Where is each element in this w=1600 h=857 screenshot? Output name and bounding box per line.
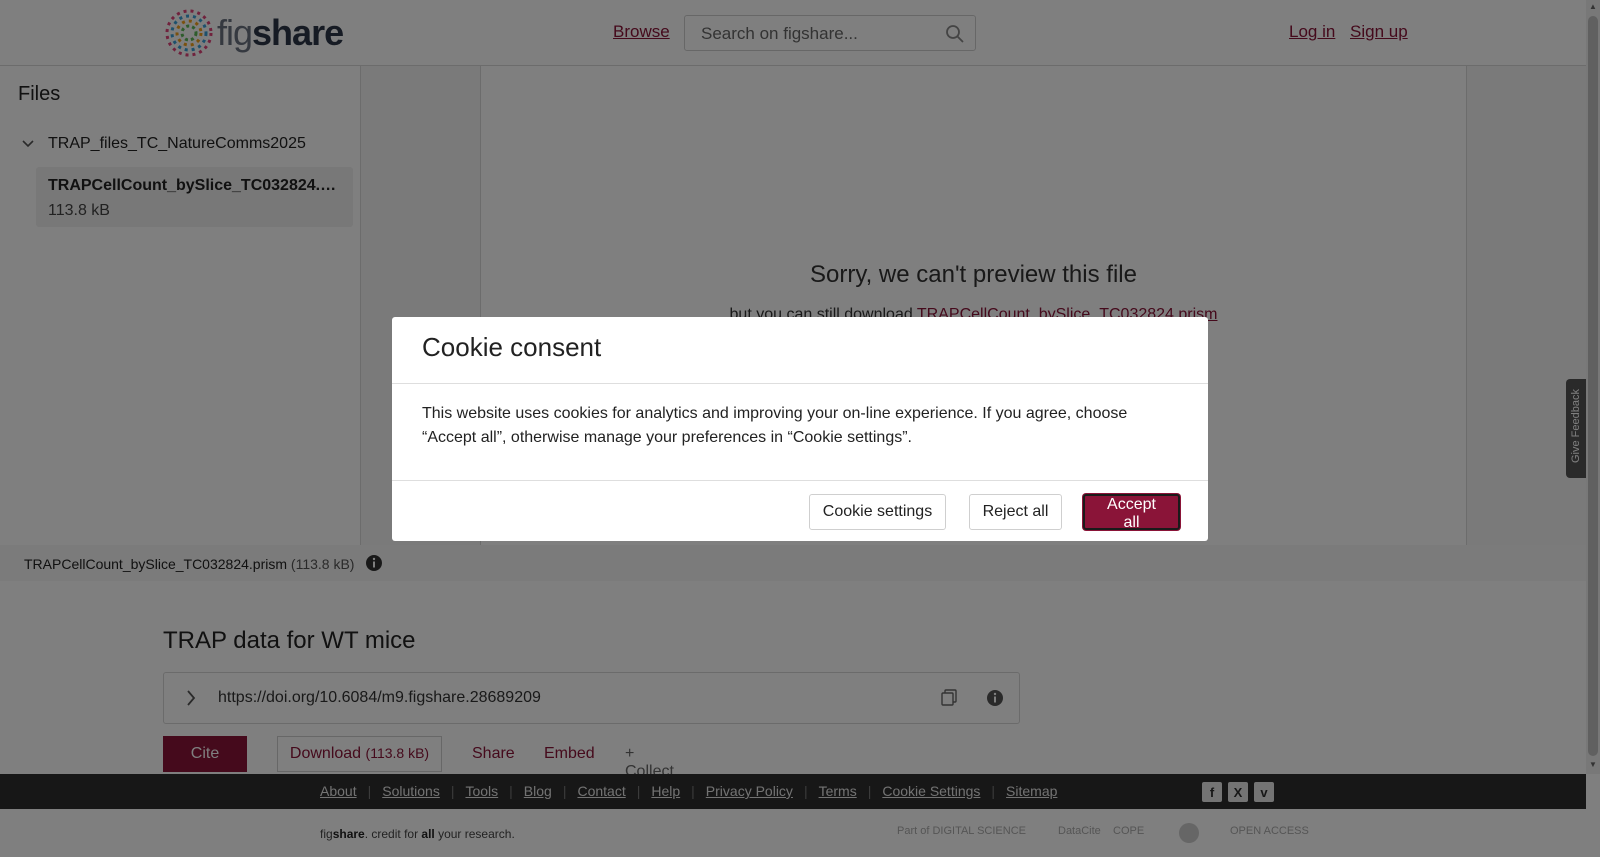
reject-all-button[interactable]: Reject all	[969, 494, 1062, 530]
modal-footer: Cookie settings Reject all Accept all	[392, 480, 1208, 542]
modal-title: Cookie consent	[422, 332, 602, 362]
accept-all-button[interactable]: Accept all	[1083, 494, 1180, 531]
modal-body-text: This website uses cookies for analytics …	[422, 405, 1128, 446]
cookie-consent-dialog: Cookie consent This website uses cookies…	[392, 317, 1208, 541]
cookie-settings-button[interactable]: Cookie settings	[809, 494, 946, 530]
modal-header: Cookie consent	[392, 317, 1208, 384]
